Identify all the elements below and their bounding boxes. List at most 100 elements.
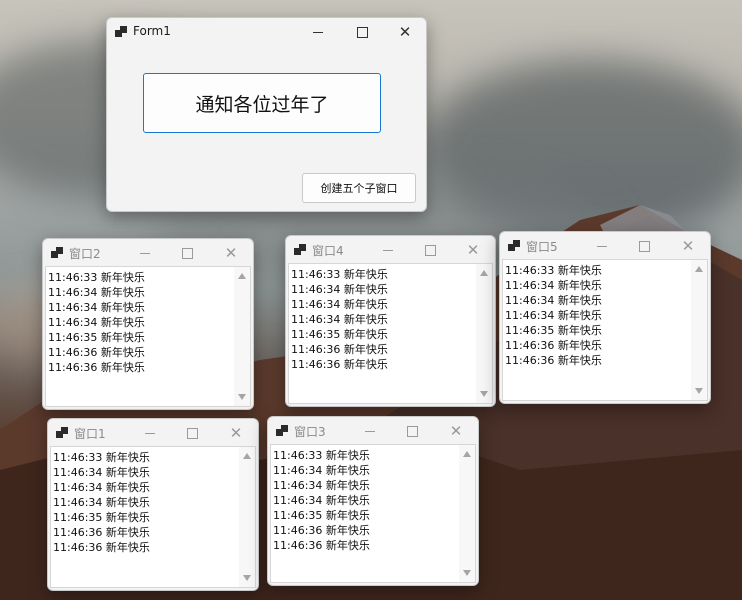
log-line[interactable]: 11:46:34 新年快乐 bbox=[291, 312, 474, 327]
log-line[interactable]: 11:46:33 新年快乐 bbox=[48, 270, 232, 285]
log-line[interactable]: 11:46:36 新年快乐 bbox=[505, 353, 689, 368]
child-titlebar[interactable]: 窗口1 ✕ bbox=[48, 419, 258, 447]
minimize-icon bbox=[313, 31, 323, 33]
close-icon: ✕ bbox=[681, 237, 695, 255]
log-listbox[interactable]: 11:46:33 新年快乐 11:46:34 新年快乐 11:46:34 新年快乐 1… bbox=[45, 266, 251, 407]
log-line[interactable]: 11:46:36 新年快乐 bbox=[291, 342, 474, 357]
child-window-3: 窗口3 ✕ 11:46:33 新年快乐 11:46:34 新年快乐 11:46:34… bbox=[267, 416, 479, 586]
scroll-down-icon[interactable] bbox=[243, 575, 251, 581]
log-line[interactable]: 11:46:34 新年快乐 bbox=[291, 282, 474, 297]
app-icon bbox=[508, 240, 520, 252]
log-line[interactable]: 11:46:35 新年快乐 bbox=[273, 508, 457, 523]
vertical-scrollbar[interactable] bbox=[234, 267, 250, 406]
vertical-scrollbar[interactable] bbox=[476, 264, 492, 403]
close-icon: ✕ bbox=[229, 424, 243, 442]
window-title: 窗口5 bbox=[526, 240, 558, 254]
log-line[interactable]: 11:46:34 新年快乐 bbox=[53, 495, 237, 510]
scroll-down-icon[interactable] bbox=[480, 391, 488, 397]
scroll-up-icon[interactable] bbox=[238, 273, 246, 279]
maximize-icon bbox=[424, 244, 436, 256]
maximize-icon bbox=[638, 240, 650, 252]
maximize-button[interactable] bbox=[622, 232, 666, 260]
log-listbox[interactable]: 11:46:33 新年快乐 11:46:34 新年快乐 11:46:34 新年快乐 1… bbox=[288, 263, 493, 404]
minimize-button[interactable] bbox=[366, 236, 410, 264]
log-line[interactable]: 11:46:34 新年快乐 bbox=[291, 297, 474, 312]
log-line[interactable]: 11:46:34 新年快乐 bbox=[273, 493, 457, 508]
log-listbox[interactable]: 11:46:33 新年快乐 11:46:34 新年快乐 11:46:34 新年快乐 1… bbox=[502, 259, 708, 401]
close-button[interactable]: ✕ bbox=[451, 236, 495, 264]
maximize-icon bbox=[406, 425, 418, 437]
log-line[interactable]: 11:46:34 新年快乐 bbox=[48, 315, 232, 330]
vertical-scrollbar[interactable] bbox=[239, 447, 255, 587]
window-title: 窗口2 bbox=[69, 247, 101, 261]
log-line[interactable]: 11:46:36 新年快乐 bbox=[273, 523, 457, 538]
maximize-icon bbox=[186, 427, 198, 439]
form1-titlebar[interactable]: Form1 ✕ bbox=[107, 18, 426, 46]
minimize-icon bbox=[597, 245, 607, 247]
minimize-button[interactable] bbox=[580, 232, 624, 260]
log-line[interactable]: 11:46:36 新年快乐 bbox=[53, 540, 237, 555]
app-icon bbox=[56, 427, 68, 439]
maximize-button[interactable] bbox=[340, 18, 384, 46]
scroll-up-icon[interactable] bbox=[243, 453, 251, 459]
log-line[interactable]: 11:46:35 新年快乐 bbox=[291, 327, 474, 342]
log-listbox[interactable]: 11:46:33 新年快乐 11:46:34 新年快乐 11:46:34 新年快乐 1… bbox=[50, 446, 256, 588]
close-button[interactable]: ✕ bbox=[434, 417, 478, 445]
log-line[interactable]: 11:46:35 新年快乐 bbox=[48, 330, 232, 345]
close-button[interactable]: ✕ bbox=[209, 239, 253, 267]
log-line[interactable]: 11:46:36 新年快乐 bbox=[505, 338, 689, 353]
maximize-button[interactable] bbox=[170, 419, 214, 447]
log-line[interactable]: 11:46:36 新年快乐 bbox=[48, 345, 232, 360]
window-title: 窗口3 bbox=[294, 425, 326, 439]
scroll-up-icon[interactable] bbox=[463, 451, 471, 457]
create-windows-button[interactable]: 创建五个子窗口 bbox=[302, 173, 416, 203]
log-line[interactable]: 11:46:34 新年快乐 bbox=[53, 465, 237, 480]
vertical-scrollbar[interactable] bbox=[459, 445, 475, 582]
log-line[interactable]: 11:46:34 新年快乐 bbox=[48, 300, 232, 315]
close-icon: ✕ bbox=[398, 23, 412, 41]
log-line[interactable]: 11:46:33 新年快乐 bbox=[53, 450, 237, 465]
log-listbox[interactable]: 11:46:33 新年快乐 11:46:34 新年快乐 11:46:34 新年快乐 1… bbox=[270, 444, 476, 583]
log-line[interactable]: 11:46:33 新年快乐 bbox=[505, 263, 689, 278]
child-window-1: 窗口1 ✕ 11:46:33 新年快乐 11:46:34 新年快乐 11:46:34… bbox=[47, 418, 259, 591]
minimize-button[interactable] bbox=[123, 239, 167, 267]
close-icon: ✕ bbox=[224, 244, 238, 262]
minimize-icon bbox=[365, 430, 375, 432]
scroll-down-icon[interactable] bbox=[238, 394, 246, 400]
log-line[interactable]: 11:46:34 新年快乐 bbox=[273, 463, 457, 478]
log-line[interactable]: 11:46:34 新年快乐 bbox=[505, 293, 689, 308]
log-line[interactable]: 11:46:36 新年快乐 bbox=[53, 525, 237, 540]
log-line[interactable]: 11:46:34 新年快乐 bbox=[53, 480, 237, 495]
maximize-button[interactable] bbox=[408, 236, 452, 264]
minimize-button[interactable] bbox=[296, 18, 340, 46]
minimize-button[interactable] bbox=[348, 417, 392, 445]
log-line[interactable]: 11:46:36 新年快乐 bbox=[48, 360, 232, 375]
child-titlebar[interactable]: 窗口2 ✕ bbox=[43, 239, 253, 267]
scroll-down-icon[interactable] bbox=[463, 570, 471, 576]
scroll-up-icon[interactable] bbox=[480, 270, 488, 276]
notify-button[interactable]: 通知各位过年了 bbox=[143, 73, 381, 133]
log-line[interactable]: 11:46:35 新年快乐 bbox=[53, 510, 237, 525]
log-line[interactable]: 11:46:34 新年快乐 bbox=[48, 285, 232, 300]
scroll-up-icon[interactable] bbox=[695, 266, 703, 272]
log-line[interactable]: 11:46:34 新年快乐 bbox=[505, 278, 689, 293]
log-line[interactable]: 11:46:33 新年快乐 bbox=[273, 448, 457, 463]
log-line[interactable]: 11:46:36 新年快乐 bbox=[273, 538, 457, 553]
log-line[interactable]: 11:46:33 新年快乐 bbox=[291, 267, 474, 282]
child-titlebar[interactable]: 窗口3 ✕ bbox=[268, 417, 478, 445]
child-titlebar[interactable]: 窗口4 ✕ bbox=[286, 236, 495, 264]
maximize-button[interactable] bbox=[390, 417, 434, 445]
child-window-4: 窗口4 ✕ 11:46:33 新年快乐 11:46:34 新年快乐 11:46:34… bbox=[285, 235, 496, 407]
minimize-button[interactable] bbox=[128, 419, 172, 447]
vertical-scrollbar[interactable] bbox=[691, 260, 707, 400]
log-line[interactable]: 11:46:34 新年快乐 bbox=[505, 308, 689, 323]
log-line[interactable]: 11:46:34 新年快乐 bbox=[273, 478, 457, 493]
scroll-down-icon[interactable] bbox=[695, 388, 703, 394]
log-line[interactable]: 11:46:35 新年快乐 bbox=[505, 323, 689, 338]
close-button[interactable]: ✕ bbox=[383, 18, 426, 46]
close-button[interactable]: ✕ bbox=[214, 419, 258, 447]
log-line[interactable]: 11:46:36 新年快乐 bbox=[291, 357, 474, 372]
child-titlebar[interactable]: 窗口5 ✕ bbox=[500, 232, 710, 260]
maximize-button[interactable] bbox=[165, 239, 209, 267]
close-button[interactable]: ✕ bbox=[666, 232, 710, 260]
